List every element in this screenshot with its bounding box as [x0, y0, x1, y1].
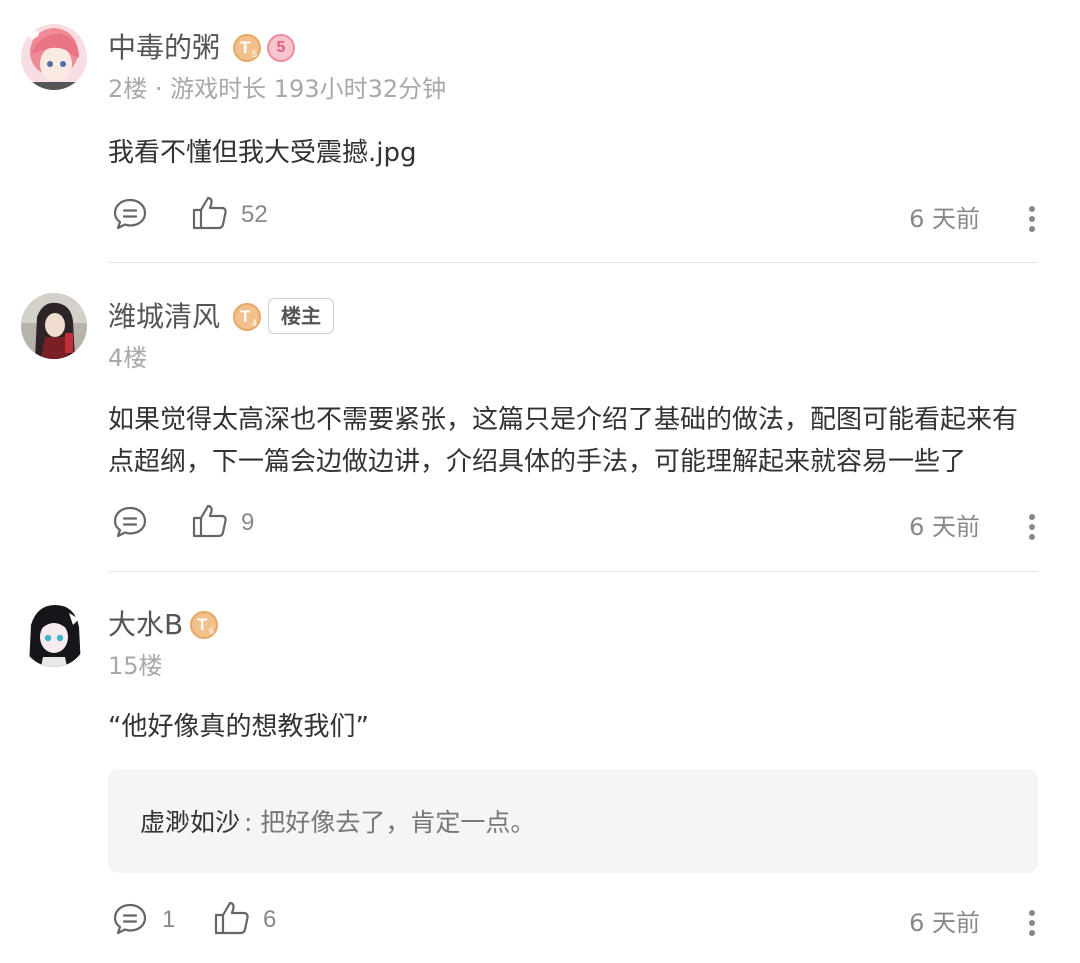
username[interactable]: 大水B [108, 607, 183, 643]
timestamp: 6 天前 [909, 205, 980, 233]
floor-meta: 2楼 · 游戏时长 193小时32分钟 [108, 75, 447, 103]
more-vertical-icon[interactable] [1026, 908, 1038, 938]
t-level-badge: T5 [233, 34, 261, 62]
comment-bubble-icon[interactable] [112, 901, 148, 937]
more-vertical-icon[interactable] [1026, 204, 1038, 234]
comment-item: 潍城清风 T4 楼主 4楼 如果觉得太高深也不需要紧张，这篇只是介绍了基础的做法… [0, 263, 1080, 572]
thumbs-up-icon[interactable] [213, 900, 251, 936]
comment-bubble-icon[interactable] [112, 196, 148, 232]
like-count: 9 [241, 509, 255, 536]
username[interactable]: 中毒的粥 [108, 30, 220, 66]
timestamp: 6 天前 [909, 513, 980, 541]
reply-count: 1 [162, 906, 176, 933]
timestamp: 6 天前 [909, 909, 980, 937]
reply-text: : 把好像去了，肯定一点。 [244, 808, 536, 837]
avatar[interactable] [21, 293, 87, 359]
floor-meta: 4楼 [108, 344, 148, 372]
thumbs-up-icon[interactable] [191, 503, 229, 539]
comment-item: 大水B T6 15楼 “他好像真的想教我们” 虚渺如沙 : 把好像去了，肯定一点… [0, 572, 1080, 963]
username[interactable]: 潍城清风 [108, 299, 220, 335]
user-level-badge: 5 [267, 34, 295, 62]
comment-item: 中毒的粥 T5 5 2楼 · 游戏时长 193小时32分钟 我看不懂但我大受震撼… [0, 0, 1080, 263]
reply-preview[interactable]: 虚渺如沙 : 把好像去了，肯定一点。 [108, 769, 1038, 873]
avatar[interactable] [21, 24, 87, 90]
like-count: 52 [241, 201, 268, 228]
like-count: 6 [263, 906, 277, 933]
more-vertical-icon[interactable] [1026, 512, 1038, 542]
t-level-badge: T4 [233, 303, 261, 331]
comment-text: “他好像真的想教我们” [108, 712, 369, 742]
avatar[interactable] [21, 601, 87, 667]
floor-meta: 15楼 [108, 652, 163, 680]
t-level-badge: T6 [190, 611, 218, 639]
comment-text: 如果觉得太高深也不需要紧张，这篇只是介绍了基础的做法，配图可能看起来有点超纲，下… [108, 405, 1019, 477]
comment-bubble-icon[interactable] [112, 504, 148, 540]
thumbs-up-icon[interactable] [191, 195, 229, 231]
op-tag: 楼主 [268, 298, 334, 334]
reply-author[interactable]: 虚渺如沙 [140, 803, 240, 839]
comment-text: 我看不懂但我大受震撼.jpg [108, 138, 417, 168]
